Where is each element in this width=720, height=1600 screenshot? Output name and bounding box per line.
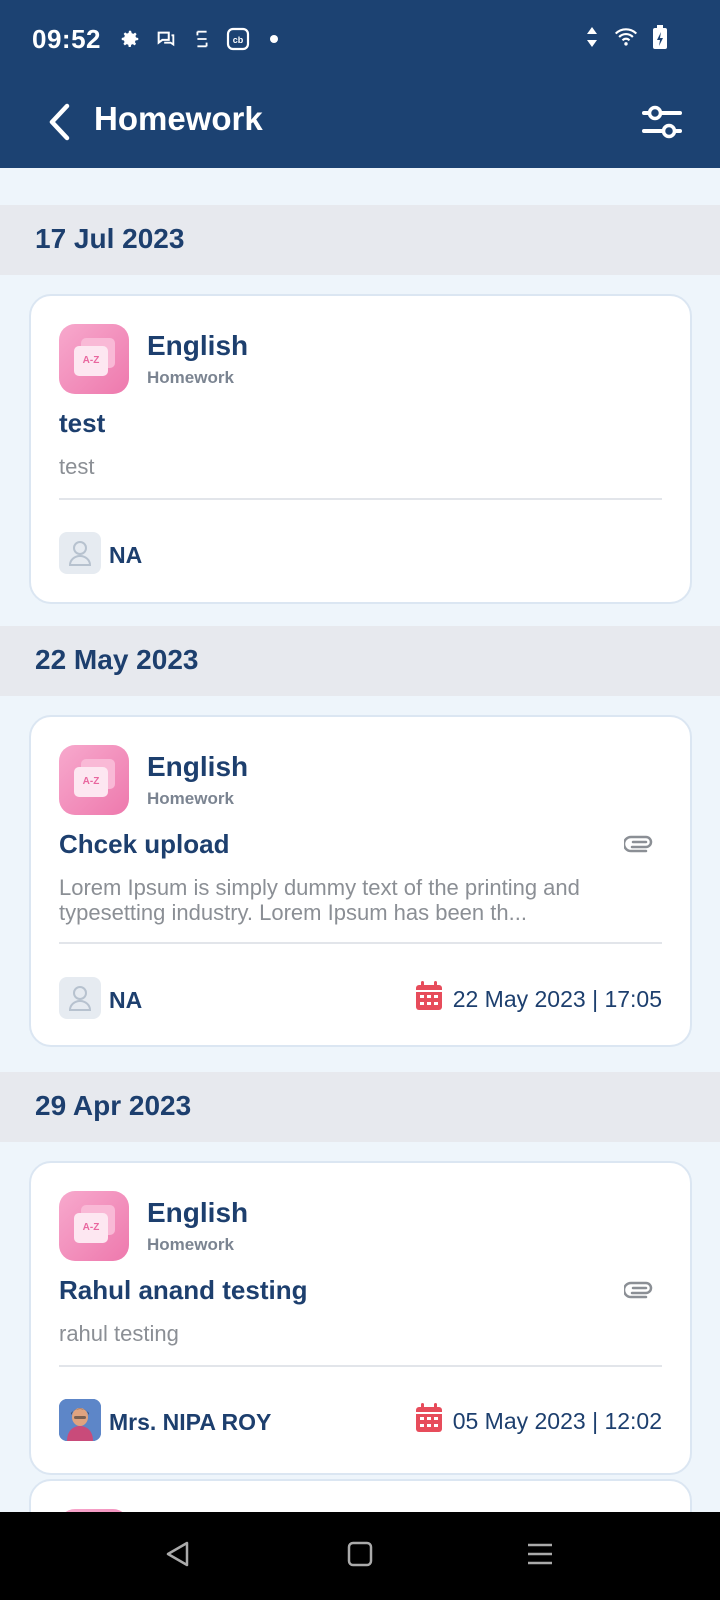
nav-recents-icon bbox=[526, 1540, 554, 1573]
subject-name: English bbox=[147, 751, 249, 782]
nav-recents-button[interactable] bbox=[510, 1534, 570, 1578]
homework-description: rahul testing bbox=[59, 1321, 179, 1346]
svg-text:cb: cb bbox=[233, 35, 244, 45]
filter-sliders-icon bbox=[642, 102, 682, 147]
date-header-label: 29 Apr 2023 bbox=[35, 1090, 192, 1121]
homework-description: test bbox=[59, 454, 95, 479]
nav-back-icon bbox=[163, 1539, 193, 1574]
due-date-text: 22 May 2023 | 17:05 bbox=[452, 985, 662, 1012]
date-header: 17 Jul 2023 bbox=[0, 205, 720, 275]
person-placeholder-icon bbox=[59, 977, 101, 1019]
subject-az-icon: A-Z bbox=[59, 745, 129, 815]
date-header: 29 Apr 2023 bbox=[0, 1072, 720, 1142]
homework-title: Rahul anand testing bbox=[59, 1275, 308, 1305]
due-date: 05 May 2023 | 12:02 bbox=[415, 1403, 662, 1439]
status-bar: 09:52 cb bbox=[0, 0, 720, 80]
homework-title: Chcek upload bbox=[59, 829, 230, 859]
nav-home-button[interactable] bbox=[330, 1534, 390, 1578]
system-nav-bar bbox=[0, 1512, 720, 1600]
notification-icons: cb bbox=[118, 26, 286, 52]
date-header: 22 May 2023 bbox=[0, 626, 720, 696]
teacher-name: NA bbox=[109, 987, 143, 1013]
paperclip-icon[interactable] bbox=[622, 1277, 654, 1303]
person-placeholder-icon bbox=[59, 532, 101, 574]
subject-name: English bbox=[147, 1197, 249, 1228]
battery-charging-icon bbox=[648, 24, 672, 50]
due-date-text: 05 May 2023 | 12:02 bbox=[452, 1407, 662, 1434]
nav-home-icon bbox=[346, 1540, 374, 1573]
cb-app-icon: cb bbox=[226, 26, 250, 52]
subject-az-icon: A-Z bbox=[59, 1191, 129, 1261]
paperclip-icon[interactable] bbox=[622, 831, 654, 857]
system-icons bbox=[580, 24, 672, 50]
wifi-icon bbox=[614, 24, 638, 50]
homework-list[interactable]: 17 Jul 2023 A-Z English Homework test te… bbox=[0, 168, 720, 1512]
homework-title: test bbox=[59, 408, 106, 438]
data-arrows-icon bbox=[580, 24, 604, 50]
divider bbox=[59, 1365, 662, 1367]
subject-type: Homework bbox=[147, 1235, 234, 1254]
chat-icon bbox=[154, 26, 178, 52]
date-header-label: 22 May 2023 bbox=[35, 644, 199, 675]
date-header-label: 17 Jul 2023 bbox=[35, 223, 185, 254]
filter-button[interactable] bbox=[632, 94, 692, 154]
homework-card[interactable] bbox=[29, 1479, 692, 1512]
back-arrow-icon bbox=[45, 102, 75, 147]
teacher-name: NA bbox=[109, 542, 143, 568]
due-date: 22 May 2023 | 17:05 bbox=[415, 981, 662, 1017]
dot-icon bbox=[262, 26, 286, 52]
subject-type: Homework bbox=[147, 368, 234, 387]
settings-icon bbox=[118, 26, 142, 52]
sim-icon bbox=[190, 26, 214, 52]
homework-card[interactable]: A-Z English Homework Chcek upload Lorem … bbox=[29, 715, 692, 1047]
subject-name: English bbox=[147, 330, 249, 361]
teacher-photo bbox=[59, 1399, 101, 1441]
subject-az-icon: A-Z bbox=[59, 324, 129, 394]
homework-description: Lorem Ipsum is simply dummy text of the … bbox=[59, 875, 580, 925]
page-title: Homework bbox=[94, 100, 263, 137]
nav-back-button[interactable] bbox=[148, 1534, 208, 1578]
calendar-icon bbox=[415, 1403, 443, 1439]
homework-card[interactable]: A-Z English Homework Rahul anand testing… bbox=[29, 1161, 692, 1475]
subject-type: Homework bbox=[147, 789, 234, 808]
teacher-name: Mrs. NIPA ROY bbox=[109, 1409, 272, 1435]
divider bbox=[59, 498, 662, 500]
calendar-icon bbox=[415, 981, 443, 1017]
back-button[interactable] bbox=[32, 94, 88, 154]
homework-card[interactable]: A-Z English Homework test test NA bbox=[29, 294, 692, 604]
divider bbox=[59, 942, 662, 944]
status-time: 09:52 bbox=[32, 24, 101, 54]
app-bar: Homework bbox=[0, 80, 720, 168]
